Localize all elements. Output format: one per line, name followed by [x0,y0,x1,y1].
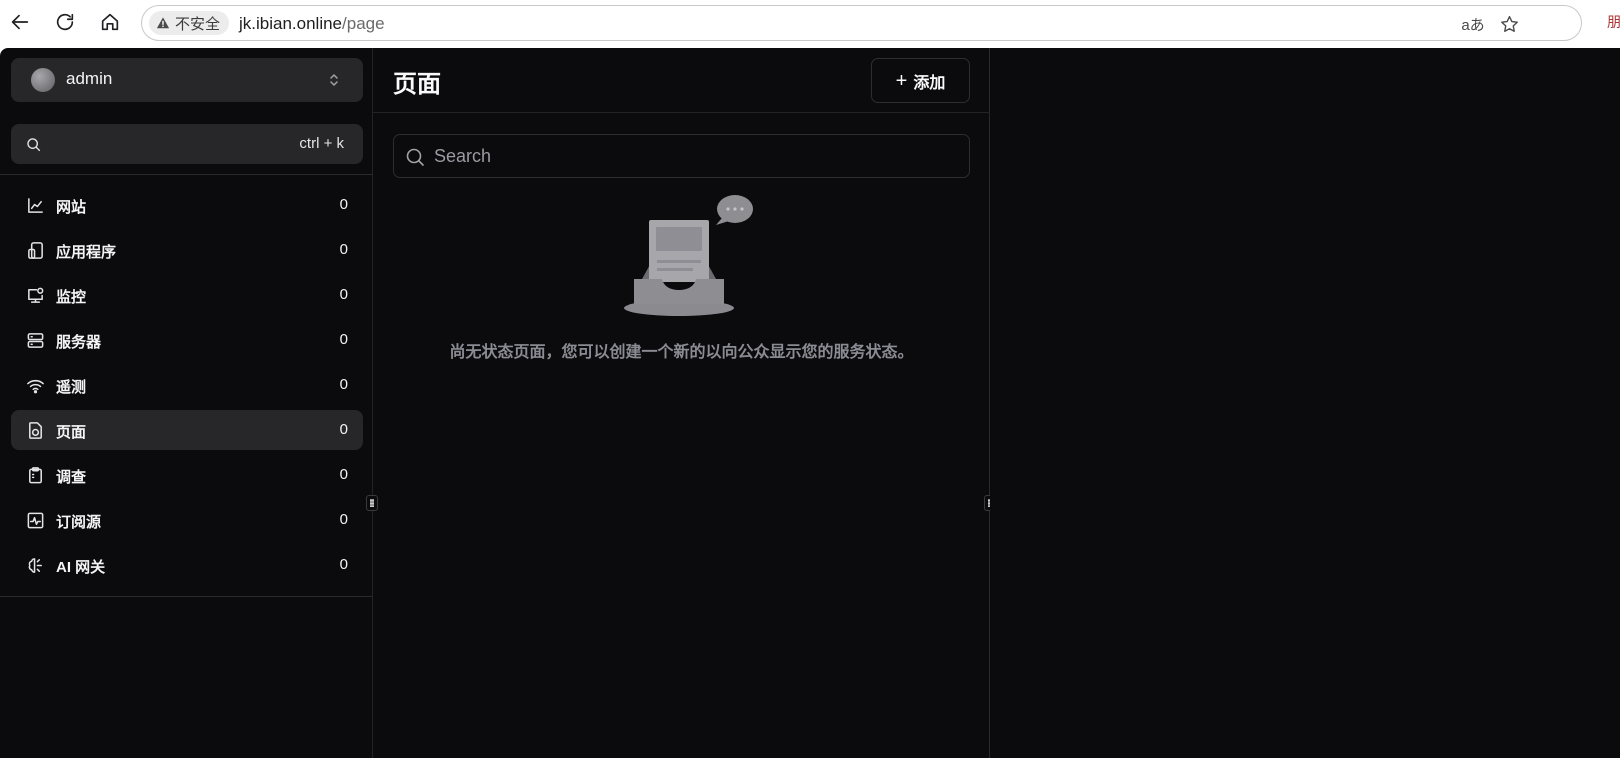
add-button-label: 添加 [913,74,946,92]
read-aloud-icon[interactable]: aあ [1460,11,1486,37]
avatar [31,68,55,92]
wifi-icon [27,379,44,394]
sidebar-item-pages[interactable]: 页面 0 [11,410,363,450]
brain-icon [28,558,42,573]
sidebar-item-count: 0 [339,556,348,573]
search-icon [406,148,424,166]
sidebar-item-telemetry[interactable]: 遥测 0 [11,365,363,405]
page-search[interactable] [393,134,970,178]
account-switcher[interactable]: admin [11,58,363,102]
sidebar-item-surveys[interactable]: 调查 0 [11,455,363,495]
sidebar-item-count: 0 [339,376,348,393]
pages-panel: 页面 + 添加 尚无状态页面，您可以创建一个新的以向公众显示您的服务状态。 [373,48,990,758]
chart-icon [28,198,43,213]
sidebar-item-count: 0 [339,421,348,438]
page-icon [29,422,42,439]
sidebar-item-label: 网站 [56,199,87,216]
reload-icon[interactable] [49,6,81,38]
url-text[interactable]: jk.ibian.online/page [239,14,385,34]
sidebar-item-label: 订阅源 [56,514,102,531]
sidebar: admin ctrl + k 网站 0 应用程序 0 监控 0 服务器 0 遥测… [0,48,373,758]
monitor-icon [28,287,44,303]
url-path: /page [342,14,385,33]
star-icon[interactable] [1496,11,1522,37]
app-icon [28,242,43,259]
sidebar-menu: 网站 0 应用程序 0 监控 0 服务器 0 遥测 0 页面 0 调查 0 订阅… [11,185,363,590]
sidebar-item-count: 0 [339,511,348,528]
security-chip[interactable]: 不安全 [149,11,230,35]
home-icon[interactable] [94,6,126,38]
sidebar-item-count: 0 [339,286,348,303]
sidebar-item-ai-gateway[interactable]: AI 网关 0 [11,545,363,585]
pulse-icon [27,512,44,529]
shortcut-hint: ctrl + k [299,135,344,152]
url-host: jk.ibian.online [239,14,343,33]
sidebar-item-applications[interactable]: 应用程序 0 [11,230,363,270]
sidebar-item-label: 应用程序 [56,244,117,261]
divider [373,112,990,113]
account-name: admin [66,69,113,88]
clipboard-icon [29,467,42,484]
sidebar-item-servers[interactable]: 服务器 0 [11,320,363,360]
sidebar-item-label: AI 网关 [56,559,106,576]
chevron-updown-icon [330,74,338,86]
server-icon [27,333,44,348]
sidebar-item-count: 0 [339,241,348,258]
search-input[interactable] [434,135,954,177]
divider [0,596,373,597]
detail-panel [990,48,1620,758]
sidebar-item-count: 0 [339,466,348,483]
sidebar-item-websites[interactable]: 网站 0 [11,185,363,225]
profile-button[interactable]: 朋 [1607,12,1620,32]
plus-icon: + [895,69,908,92]
sidebar-item-label: 遥测 [56,379,87,396]
browser-toolbar: 不安全 jk.ibian.online/page aあ 朋 [0,0,1620,46]
app-window: admin ctrl + k 网站 0 应用程序 0 监控 0 服务器 0 遥测… [0,48,1620,758]
sidebar-item-feeds[interactable]: 订阅源 0 [11,500,363,540]
empty-inbox-illustration [624,195,753,316]
sidebar-item-label: 调查 [56,469,87,486]
sidebar-item-label: 监控 [56,289,87,306]
back-icon[interactable] [4,6,36,38]
page-title: 页面 [393,71,441,98]
sidebar-item-count: 0 [339,196,348,213]
warning-icon [156,17,170,29]
security-label: 不安全 [175,15,221,33]
sidebar-item-monitoring[interactable]: 监控 0 [11,275,363,315]
empty-state-message: 尚无状态页面，您可以创建一个新的以向公众显示您的服务状态。 [449,344,914,361]
sidebar-item-count: 0 [339,331,348,348]
search-icon [27,138,41,152]
divider [0,174,373,175]
add-button[interactable]: + 添加 [871,58,970,103]
sidebar-item-label: 服务器 [56,334,102,351]
sidebar-item-label: 页面 [56,424,87,441]
sidebar-search[interactable]: ctrl + k [11,124,363,164]
address-bar[interactable]: 不安全 jk.ibian.online/page aあ [141,5,1582,41]
